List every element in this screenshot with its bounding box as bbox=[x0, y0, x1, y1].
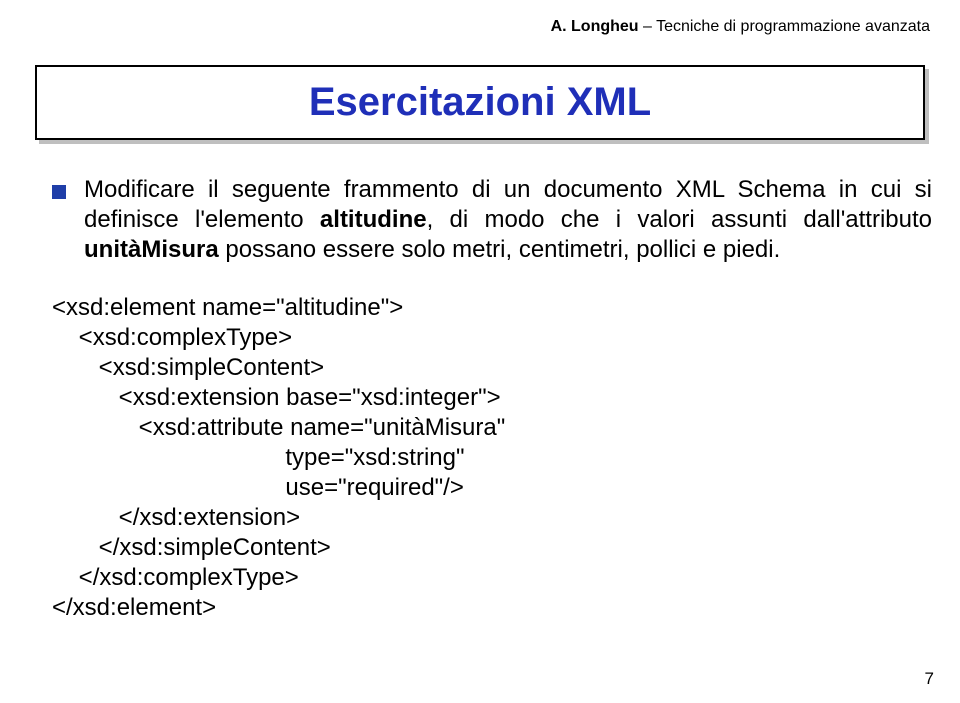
author-name: A. Longheu bbox=[551, 18, 639, 35]
page-number: 7 bbox=[925, 669, 934, 689]
code-line-5: <xsd:attribute name="unitàMisura" bbox=[52, 414, 505, 441]
keyword-unita-misura: unitàMisura bbox=[84, 236, 219, 263]
para-part3: possano essere solo metri, centimetri, p… bbox=[219, 236, 781, 263]
code-line-4: <xsd:extension base="xsd:integer"> bbox=[52, 384, 501, 411]
bullet-item: Modificare il seguente frammento di un d… bbox=[52, 175, 932, 265]
bullet-icon bbox=[52, 185, 66, 199]
slide-title: Esercitazioni XML bbox=[309, 80, 651, 125]
code-line-11: </xsd:element> bbox=[52, 594, 216, 621]
code-block: <xsd:element name="altitudine"> <xsd:com… bbox=[52, 293, 932, 623]
code-line-7: use="required"/> bbox=[52, 474, 464, 501]
title-box: Esercitazioni XML bbox=[35, 65, 925, 140]
header-rest: – Tecniche di programmazione avanzata bbox=[639, 18, 930, 35]
code-line-9: </xsd:simpleContent> bbox=[52, 534, 331, 561]
code-line-2: <xsd:complexType> bbox=[52, 324, 292, 351]
code-line-6: type="xsd:string" bbox=[52, 444, 465, 471]
content-area: Modificare il seguente frammento di un d… bbox=[52, 175, 932, 623]
code-line-3: <xsd:simpleContent> bbox=[52, 354, 324, 381]
code-line-1: <xsd:element name="altitudine"> bbox=[52, 294, 403, 321]
slide-header: A. Longheu – Tecniche di programmazione … bbox=[551, 18, 930, 36]
code-line-10: </xsd:complexType> bbox=[52, 564, 299, 591]
code-line-8: </xsd:extension> bbox=[52, 504, 300, 531]
paragraph-text: Modificare il seguente frammento di un d… bbox=[84, 175, 932, 265]
para-part2: , di modo che i valori assunti dall'attr… bbox=[427, 206, 932, 233]
keyword-altitudine: altitudine bbox=[320, 206, 427, 233]
